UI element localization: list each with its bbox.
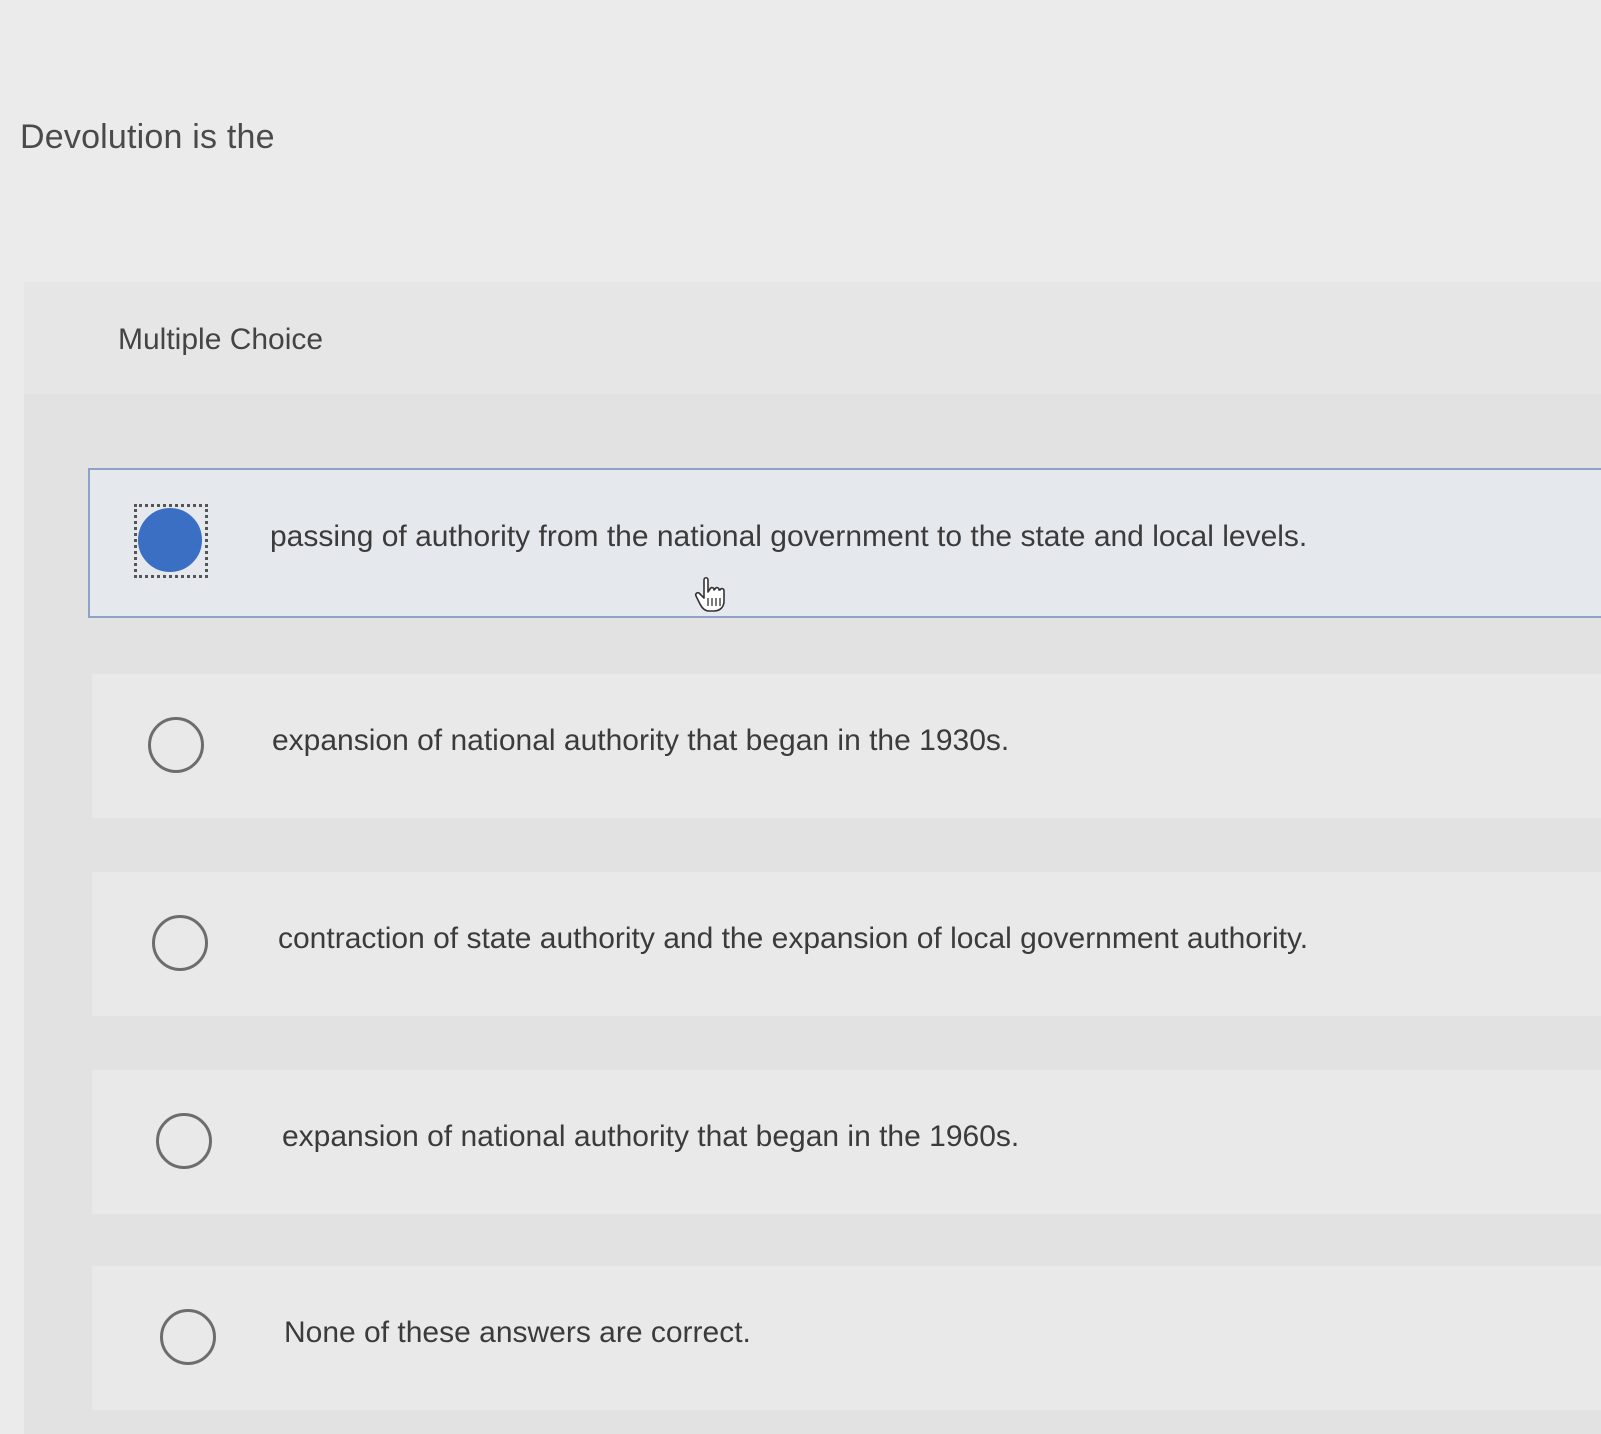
question-prompt: Devolution is the: [20, 118, 275, 156]
answer-option-text: expansion of national authority that beg…: [272, 724, 1010, 757]
answer-option-text: passing of authority from the national g…: [270, 520, 1308, 553]
answer-panel: [24, 282, 1601, 1434]
hand-pointer-icon: [694, 576, 725, 612]
question-type-label: Multiple Choice: [118, 323, 324, 356]
answer-option-text: None of these answers are correct.: [284, 1316, 751, 1349]
answer-option-text: contraction of state authority and the e…: [278, 922, 1309, 955]
answer-option-5[interactable]: None of these answers are correct.: [92, 1266, 1601, 1410]
radio-button[interactable]: [148, 717, 204, 773]
answer-option-3[interactable]: contraction of state authority and the e…: [92, 872, 1601, 1016]
answer-option-2[interactable]: expansion of national authority that beg…: [92, 674, 1601, 818]
answer-option-text: expansion of national authority that beg…: [282, 1120, 1020, 1153]
answer-option-1[interactable]: passing of authority from the national g…: [88, 468, 1601, 618]
radio-button[interactable]: [160, 1309, 216, 1365]
answer-option-4[interactable]: expansion of national authority that beg…: [92, 1070, 1601, 1214]
radio-button[interactable]: [156, 1113, 212, 1169]
radio-button-selected[interactable]: [138, 508, 202, 572]
radio-button[interactable]: [152, 915, 208, 971]
